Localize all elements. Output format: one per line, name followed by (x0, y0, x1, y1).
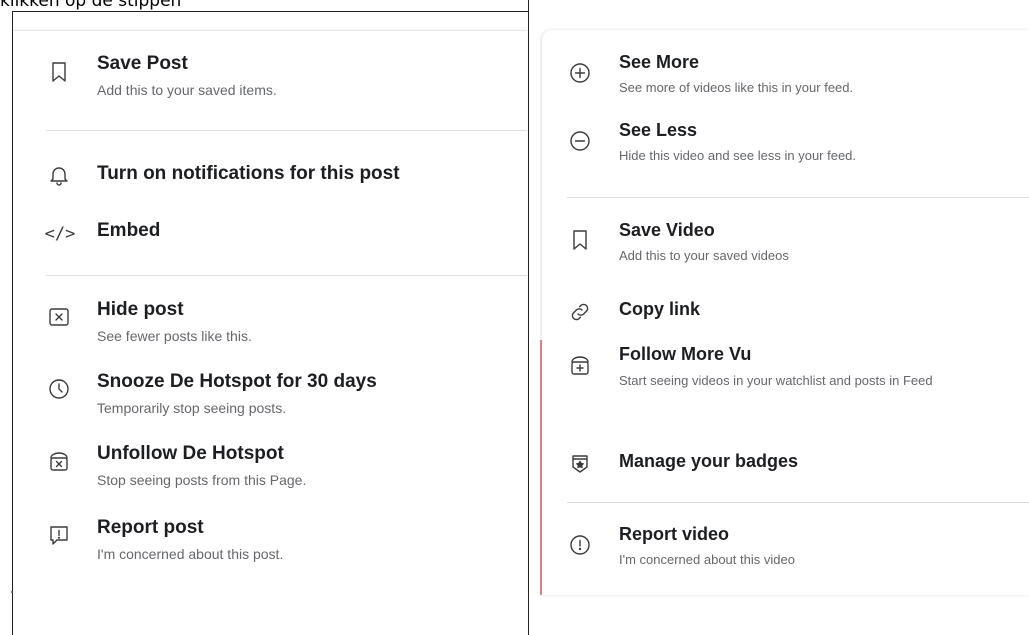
menu-item-title: Turn on notifications for this post (97, 163, 400, 184)
menu-item-unfollow[interactable]: Unfollow De Hotspot Stop seeing posts fr… (13, 441, 527, 495)
menu-item-save-video[interactable]: Save Video Add this to your saved videos (542, 218, 1029, 274)
report-flag-icon (46, 522, 72, 548)
menu-item-snooze[interactable]: Snooze De Hotspot for 30 days Temporaril… (13, 369, 527, 423)
menu-item-title: Save Post (97, 53, 188, 74)
menu-item-title: Embed (97, 220, 161, 241)
menu-item-title: Follow More Vu (619, 344, 752, 364)
badge-icon (567, 451, 593, 477)
menu-item-report-post[interactable]: Report post I'm concerned about this pos… (13, 515, 527, 569)
hide-x-icon (46, 304, 72, 330)
unfollow-icon (46, 448, 72, 474)
menu-item-embed[interactable]: </> Embed (13, 218, 527, 250)
menu-item-subtitle: Add this to your saved items. (97, 82, 277, 98)
bookmark-icon (46, 59, 72, 85)
menu-item-copy-link[interactable]: Copy link (542, 296, 1029, 328)
menu-item-hide-post[interactable]: Hide post See fewer posts like this. (13, 297, 527, 351)
video-options-menu: See More See more of videos like this in… (542, 30, 1029, 595)
menu-item-title: See More (619, 52, 700, 72)
frame-border-top (12, 11, 529, 12)
menu-item-notifications[interactable]: Turn on notifications for this post (13, 159, 527, 193)
post-options-menu: Save Post Add this to your saved items. … (13, 30, 527, 596)
menu-divider (567, 502, 1029, 503)
menu-item-title: See Less (619, 120, 698, 140)
menu-divider (46, 130, 527, 131)
menu-item-save-post[interactable]: Save Post Add this to your saved items. (13, 51, 527, 111)
code-icon: </> (44, 224, 76, 244)
frame-divider (528, 0, 529, 635)
menu-item-subtitle: Add this to your saved videos (619, 248, 789, 263)
menu-item-title: Unfollow De Hotspot (97, 443, 284, 464)
menu-item-title: Snooze De Hotspot for 30 days (97, 371, 377, 392)
menu-item-title: Manage your badges (619, 451, 799, 471)
menu-item-title: Report video (619, 524, 730, 544)
menu-item-title: Save Video (619, 220, 715, 240)
menu-item-subtitle: I'm concerned about this video (619, 552, 795, 567)
follow-plus-icon (567, 352, 593, 378)
menu-item-subtitle: I'm concerned about this post. (97, 546, 284, 562)
menu-item-title: Hide post (97, 299, 184, 320)
link-icon (567, 299, 593, 325)
menu-item-follow-more-vu[interactable]: Follow More Vu Start seeing videos in yo… (542, 342, 1029, 432)
page-caption: klikken op de stippen (0, 0, 182, 11)
menu-item-subtitle: See more of videos like this in your fee… (619, 80, 854, 95)
menu-item-title: Report post (97, 517, 204, 538)
menu-item-subtitle: Hide this video and see less in your fee… (619, 148, 857, 163)
menu-item-subtitle: See fewer posts like this. (97, 328, 252, 344)
menu-item-see-less[interactable]: See Less Hide this video and see less in… (542, 118, 1029, 174)
menu-divider (46, 275, 527, 276)
menu-item-title: Copy link (619, 299, 701, 319)
clock-icon (46, 376, 72, 402)
plus-circle-icon (567, 60, 593, 86)
menu-item-subtitle: Stop seeing posts from this Page. (97, 472, 307, 488)
bell-icon (46, 162, 72, 188)
menu-item-subtitle: Temporarily stop seeing posts. (97, 400, 287, 416)
menu-item-see-more[interactable]: See More See more of videos like this in… (542, 50, 1029, 106)
alert-circle-icon (567, 532, 593, 558)
menu-item-subtitle: Start seeing videos in your watchlist an… (619, 373, 933, 388)
minus-circle-icon (567, 128, 593, 154)
menu-divider (567, 197, 1029, 198)
menu-item-manage-badges[interactable]: Manage your badges (542, 448, 1029, 480)
menu-item-report-video[interactable]: Report video I'm concerned about this vi… (542, 522, 1029, 578)
bookmark-icon (567, 227, 593, 253)
